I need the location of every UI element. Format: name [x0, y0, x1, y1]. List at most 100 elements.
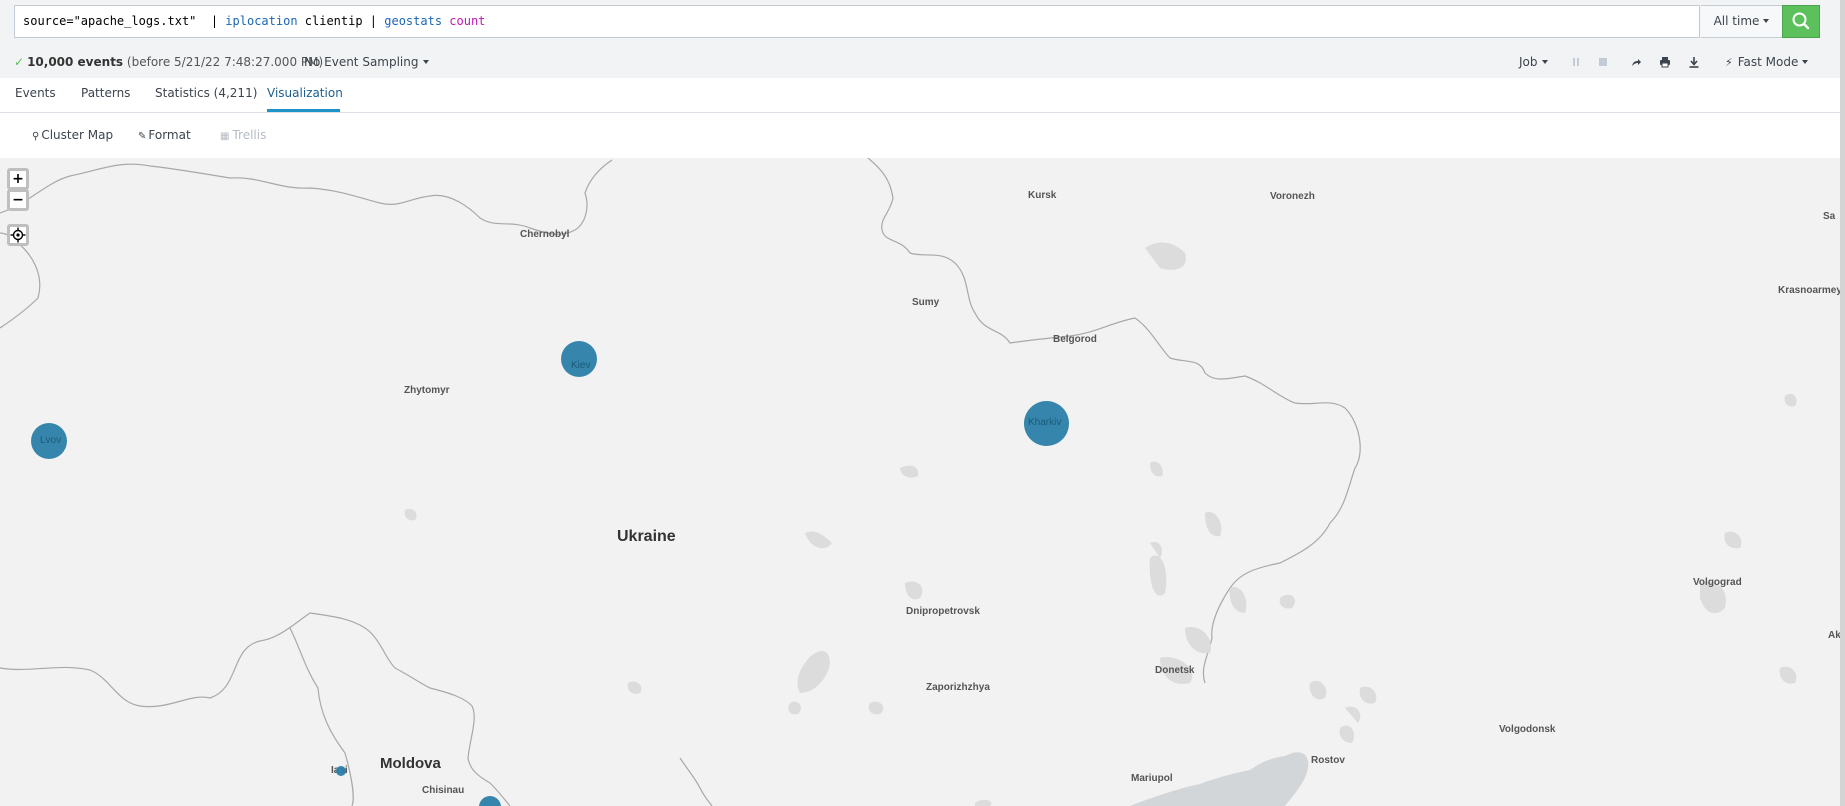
urban-area	[868, 701, 884, 715]
urban-area	[788, 701, 801, 715]
minus-icon: −	[12, 192, 24, 208]
map-base-layer	[0, 158, 1797, 806]
map-label-city: Krasnoarmey	[1778, 285, 1840, 296]
search-icon	[1792, 12, 1810, 30]
border-line	[0, 612, 511, 806]
map-label-city: Donetsk	[1155, 665, 1195, 676]
chevron-down-icon	[422, 60, 429, 64]
search-button[interactable]	[1782, 5, 1820, 38]
trellis-button: ▦ Trellis	[220, 127, 266, 145]
export-icon[interactable]	[1688, 56, 1700, 68]
zoom-out-button[interactable]: −	[7, 189, 29, 211]
chevron-down-icon	[1802, 60, 1809, 64]
chevron-down-icon	[1763, 19, 1770, 23]
urban-area	[975, 799, 992, 806]
event-sampling-label: No Event Sampling	[304, 55, 419, 69]
border-line	[679, 757, 713, 806]
cluster-marker[interactable]	[561, 341, 597, 377]
urban-area	[1205, 512, 1222, 537]
urban-area	[627, 681, 642, 694]
map-label-city: Dnipropetrovsk	[906, 606, 980, 617]
map-label-city: Sa	[1823, 211, 1836, 222]
query-text-source: source="apache_logs.txt" |	[23, 14, 226, 28]
map-label-city: Chisinau	[422, 785, 465, 796]
stop-icon[interactable]	[1597, 56, 1609, 68]
urban-area	[1339, 725, 1355, 743]
map-label-city: Belgorod	[1053, 334, 1097, 345]
urban-area	[1229, 587, 1247, 613]
urban-area	[1145, 242, 1186, 270]
cluster-map-picker[interactable]: ⚲ Cluster Map	[32, 127, 113, 145]
tab-statistics[interactable]: Statistics (4,211)	[155, 78, 257, 112]
border-line	[289, 627, 354, 806]
map-label-city: Zhytomyr	[404, 385, 450, 396]
time-range-picker[interactable]: All time	[1701, 5, 1783, 38]
lightning-icon: ⚡	[1725, 56, 1733, 69]
urban-area	[1279, 594, 1295, 609]
map-label-city: Ak	[1828, 630, 1840, 641]
grid-icon: ▦	[220, 131, 230, 142]
job-menu-label: Job	[1519, 55, 1538, 69]
cluster-map[interactable]: Kursk Voronezh Chernobyl Sumy Belgorod K…	[0, 158, 1840, 806]
map-label-city: Chernobyl	[520, 229, 570, 240]
event-count: 10,000 events	[27, 55, 124, 69]
marker-label: Kiev	[571, 360, 591, 371]
trellis-label: Trellis	[232, 128, 267, 142]
marker-label: Kharkiv	[1028, 417, 1062, 428]
marker-label: Lvov	[40, 435, 62, 446]
border-line	[0, 159, 613, 235]
urban-area	[1309, 680, 1327, 700]
query-function-count: count	[449, 14, 486, 28]
urban-area	[1345, 706, 1361, 723]
reset-view-button[interactable]	[7, 224, 29, 246]
urban-area	[1784, 393, 1797, 407]
query-command-geostats: geostats	[384, 14, 443, 28]
job-status-row: ✓ 10,000 events (before 5/21/22 7:48:27.0…	[0, 46, 1845, 78]
urban-area	[797, 650, 830, 693]
tab-visualization[interactable]: Visualization	[267, 78, 343, 112]
urban-area	[900, 465, 919, 478]
query-command-iplocation: iplocation	[225, 14, 298, 28]
page-scrollbar[interactable]	[1840, 0, 1845, 806]
map-pin-icon: ⚲	[32, 131, 40, 142]
map-label-city: Kursk	[1028, 190, 1057, 201]
query-text-args: clientip |	[297, 14, 385, 28]
print-icon[interactable]	[1659, 56, 1671, 68]
search-query-input[interactable]: source="apache_logs.txt" | iplocation cl…	[14, 5, 1700, 38]
map-label-country: Moldova	[380, 755, 441, 772]
tab-patterns[interactable]: Patterns	[81, 78, 130, 112]
map-label-city: Volgograd	[1693, 577, 1742, 588]
map-label-city: Rostov	[1311, 755, 1345, 766]
urban-area	[1150, 461, 1163, 477]
tab-events[interactable]: Events	[15, 78, 56, 112]
job-menu-button[interactable]: Job	[1519, 50, 1548, 74]
cluster-map-label: Cluster Map	[41, 128, 114, 142]
visualization-toolbar: ⚲ Cluster Map ✎ Format ▦ Trellis	[0, 113, 1840, 158]
urban-area	[1779, 666, 1797, 684]
search-bar-row: source="apache_logs.txt" | iplocation cl…	[0, 0, 1845, 46]
urban-area	[404, 508, 417, 521]
checkmark-icon: ✓	[14, 55, 25, 69]
format-label: Format	[148, 128, 191, 142]
crosshair-icon	[10, 227, 26, 243]
results-tabs: Events Patterns Statistics (4,211) Visua…	[0, 78, 1840, 113]
cluster-marker[interactable]	[336, 766, 346, 776]
pencil-icon: ✎	[138, 131, 147, 142]
chevron-down-icon	[1541, 60, 1548, 64]
share-icon[interactable]	[1630, 56, 1642, 68]
urban-area	[805, 531, 832, 549]
map-label-city: Zaporizhzhya	[926, 682, 990, 693]
event-time-bound: (before 5/21/22 7:48:27.000 PM)	[126, 55, 324, 69]
event-sampling-dropdown[interactable]: No Event Sampling	[304, 50, 429, 74]
map-label-city: Volgodonsk	[1499, 724, 1556, 735]
event-count-summary: ✓ 10,000 events (before 5/21/22 7:48:27.0…	[14, 50, 323, 74]
search-mode-dropdown[interactable]: ⚡ Fast Mode	[1725, 50, 1809, 75]
map-label-city: Voronezh	[1270, 191, 1315, 202]
map-label-city: Mariupol	[1131, 773, 1173, 784]
urban-area	[1149, 555, 1167, 596]
plus-icon: +	[12, 171, 24, 187]
map-label-city: Sumy	[912, 297, 940, 308]
zoom-in-button[interactable]: +	[7, 168, 29, 190]
pause-icon[interactable]	[1570, 56, 1582, 68]
format-button[interactable]: ✎ Format	[138, 127, 191, 145]
